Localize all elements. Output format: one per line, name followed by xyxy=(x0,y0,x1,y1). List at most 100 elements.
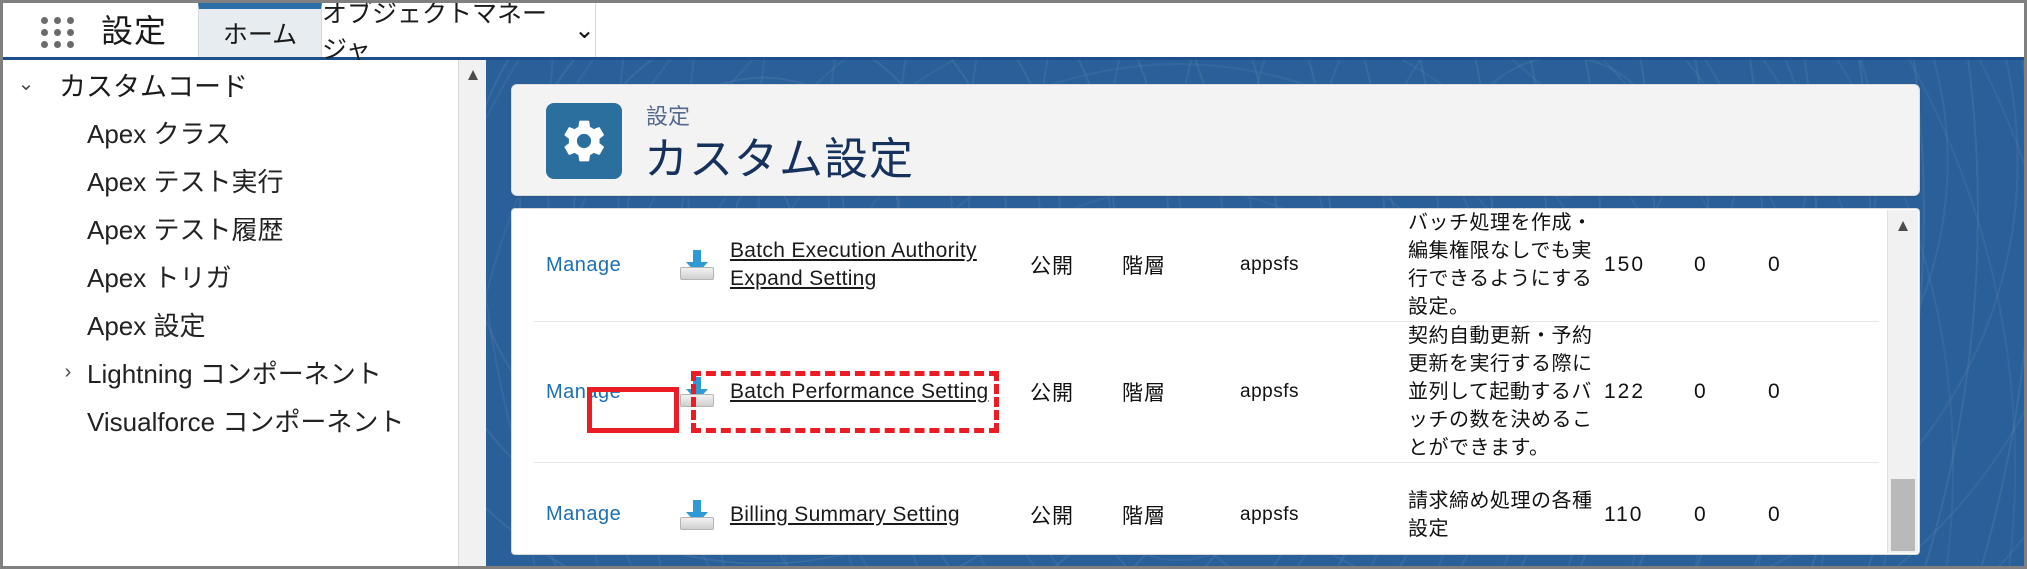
cell-namespace: appsfs xyxy=(1240,462,1408,554)
type-value: 階層 xyxy=(1122,255,1166,278)
cell-download-icon xyxy=(664,462,730,554)
namespace-value: appsfs xyxy=(1240,381,1299,402)
sidebar-item-label: Apex トリガ xyxy=(87,262,232,293)
manage-link[interactable]: Manage xyxy=(546,503,621,525)
page-header-card: 設定 カスタム設定 xyxy=(511,84,1920,196)
tab-home-label: ホーム xyxy=(222,21,298,49)
cell-setting-name: Billing Summary Setting xyxy=(730,462,1030,554)
tab-object-manager[interactable]: オブジェクトマネージャ ⌄ xyxy=(322,3,596,64)
visibility-value: 公開 xyxy=(1030,504,1074,528)
sidebar-item-6[interactable]: › Lightning コンポーネント xyxy=(3,348,458,396)
cell-type: 階層 xyxy=(1122,209,1240,322)
number-3-value: 0 xyxy=(1768,253,1782,276)
setting-name-link[interactable]: Billing Summary Setting xyxy=(730,501,960,529)
cell-download-icon xyxy=(664,321,730,463)
sidebar-item-label: Apex テスト実行 xyxy=(87,166,284,197)
sidebar-item-4[interactable]: Apex トリガ xyxy=(3,252,458,300)
cell-type: 階層 xyxy=(1122,462,1240,554)
cell-visibility: 公開 xyxy=(1030,209,1122,322)
sidebar-item-label: Lightning コンポーネント xyxy=(87,358,382,389)
cell-setting-name: Batch Performance Setting xyxy=(730,321,1030,463)
cell-description: 請求締め処理の各種設定 xyxy=(1408,462,1604,554)
setup-brand-label: 設定 xyxy=(101,13,168,49)
download-icon[interactable] xyxy=(680,377,714,407)
description-text: 請求締め処理の各種設定 xyxy=(1408,489,1593,540)
tab-object-manager-label: オブジェクトマネージャ xyxy=(322,0,548,64)
scroll-up-arrow-icon[interactable]: ▲ xyxy=(459,66,486,84)
table-body: Manage Batch Execution Authority Expand S… xyxy=(534,209,1879,554)
cell-number-1: 122 xyxy=(1604,321,1694,463)
cell-number-2: 0 xyxy=(1694,321,1768,463)
page-title: カスタム設定 xyxy=(644,135,914,184)
sidebar-item-label: カスタムコード xyxy=(59,71,248,102)
gear-icon xyxy=(546,103,622,179)
cell-visibility: 公開 xyxy=(1030,462,1122,554)
sidebar-item-label: Apex クラス xyxy=(87,118,231,149)
cell-number-1: 150 xyxy=(1604,209,1694,322)
setup-sidebar: ⌄ カスタムコード Apex クラス Apex テスト実行 Apex テスト履歴 Apex… xyxy=(3,60,486,566)
sidebar-item-7[interactable]: Visualforce コンポーネント xyxy=(3,396,458,444)
number-2-value: 0 xyxy=(1694,502,1708,526)
cell-number-2: 0 xyxy=(1694,209,1768,322)
sidebar-item-2[interactable]: Apex テスト実行 xyxy=(3,156,458,204)
type-value: 階層 xyxy=(1122,504,1166,528)
tab-home[interactable]: ホーム xyxy=(198,3,322,57)
table-row: Manage Billing Summary Setting 公開 階層 appsfs 請… xyxy=(534,462,1879,554)
cell-download-icon xyxy=(664,209,730,322)
cell-setting-name: Batch Execution Authority Expand Setting xyxy=(730,209,1030,322)
setting-name-link[interactable]: Batch Execution Authority Expand Setting xyxy=(730,237,1030,293)
sidebar-item-label: Apex 設定 xyxy=(87,310,206,341)
manage-link[interactable]: Manage xyxy=(546,254,621,276)
sidebar-item-3[interactable]: Apex テスト履歴 xyxy=(3,204,458,252)
cell-manage: Manage xyxy=(534,209,664,322)
cell-description: 契約自動更新・予約更新を実行する際に並列して起動するバッチの数を決めることができ… xyxy=(1408,321,1604,463)
number-3-value: 0 xyxy=(1768,380,1782,403)
type-value: 階層 xyxy=(1122,382,1166,405)
scroll-up-arrow-icon[interactable]: ▲ xyxy=(1888,216,1918,236)
cell-number-3: 0 xyxy=(1768,209,1879,322)
number-2-value: 0 xyxy=(1694,253,1708,276)
manage-link[interactable]: Manage xyxy=(546,381,621,403)
number-1-value: 110 xyxy=(1604,502,1644,526)
app-window: 設定 ホーム オブジェクトマネージャ ⌄ ⌄ カスタムコード Apex クラス Ape… xyxy=(0,0,2027,569)
cell-visibility: 公開 xyxy=(1030,321,1122,463)
namespace-value: appsfs xyxy=(1240,254,1299,275)
sidebar-item-label: Apex テスト履歴 xyxy=(87,214,284,245)
global-header: 設定 ホーム オブジェクトマネージャ ⌄ xyxy=(3,3,2024,64)
cell-manage: Manage xyxy=(534,321,664,463)
visibility-value: 公開 xyxy=(1030,382,1074,405)
description-text: バッチ処理を作成・編集権限なしでも実行できるようにする設定。 xyxy=(1408,212,1593,318)
main-content: 設定 カスタム設定 Manage Batch Execution Authorit… xyxy=(486,60,2024,566)
chevron-down-icon[interactable]: ⌄ xyxy=(15,74,37,94)
sidebar-scrollbar[interactable]: ▲ xyxy=(458,60,486,566)
namespace-value: appsfs xyxy=(1240,503,1299,525)
cell-namespace: appsfs xyxy=(1240,321,1408,463)
number-1-value: 150 xyxy=(1604,253,1646,276)
table-viewport: Manage Batch Execution Authority Expand S… xyxy=(534,209,1879,554)
cell-number-3: 0 xyxy=(1768,321,1879,463)
chevron-down-icon[interactable]: ⌄ xyxy=(574,15,595,45)
sidebar-item-1[interactable]: Apex クラス xyxy=(3,108,458,156)
table-row: Manage Batch Execution Authority Expand S… xyxy=(534,209,1879,322)
sidebar-item-label: Visualforce コンポーネント xyxy=(87,406,405,437)
download-icon[interactable] xyxy=(680,250,714,280)
description-text: 契約自動更新・予約更新を実行する際に並列して起動するバッチの数を決めることができ… xyxy=(1408,325,1593,459)
cell-number-3: 0 xyxy=(1768,462,1879,554)
sidebar-item-0[interactable]: ⌄ カスタムコード xyxy=(3,60,458,108)
number-1-value: 122 xyxy=(1604,380,1646,403)
setting-name-link[interactable]: Batch Performance Setting xyxy=(730,378,988,406)
number-2-value: 0 xyxy=(1694,380,1708,403)
cell-namespace: appsfs xyxy=(1240,209,1408,322)
number-3-value: 0 xyxy=(1768,502,1782,526)
sidebar-nav-list: ⌄ カスタムコード Apex クラス Apex テスト実行 Apex テスト履歴 Apex… xyxy=(3,60,458,444)
download-icon[interactable] xyxy=(680,499,714,530)
sidebar-item-5[interactable]: Apex 設定 xyxy=(3,300,458,348)
app-launcher-icon[interactable] xyxy=(41,17,75,48)
chevron-right-icon[interactable]: › xyxy=(57,362,79,382)
custom-settings-table: Manage Batch Execution Authority Expand S… xyxy=(534,209,1879,554)
scrollbar-thumb[interactable] xyxy=(1891,479,1915,551)
table-scrollbar[interactable]: ▲ xyxy=(1887,210,1918,553)
table-row: Manage Batch Performance Setting 公開 階層 appsf… xyxy=(534,321,1879,463)
cell-type: 階層 xyxy=(1122,321,1240,463)
custom-settings-table-card: Manage Batch Execution Authority Expand S… xyxy=(511,208,1920,555)
